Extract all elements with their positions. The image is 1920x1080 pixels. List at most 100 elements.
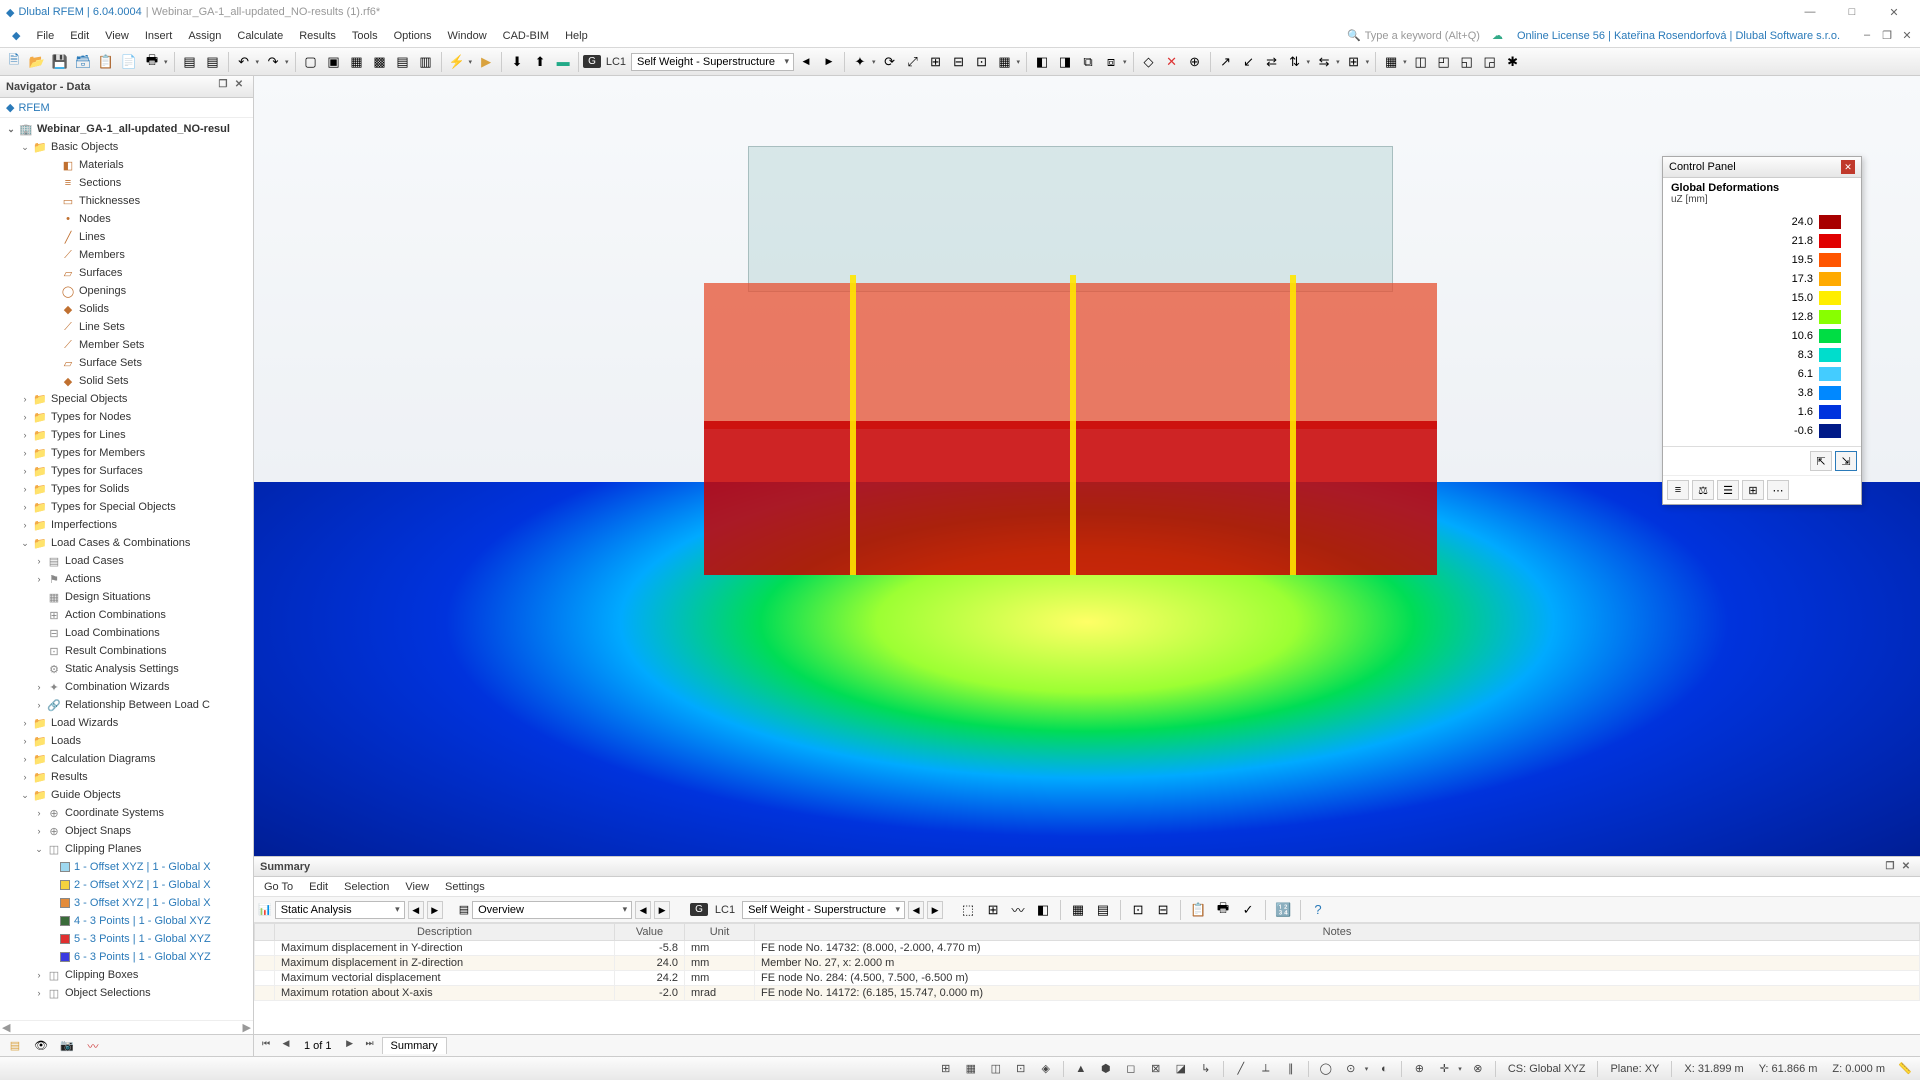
tree-item[interactable]: ◆ Solids [0, 300, 253, 318]
mdi-close-button[interactable]: ✕ [1898, 29, 1916, 42]
load2-button[interactable]: ⬆ [529, 51, 551, 73]
tree-item[interactable]: ›📁 Types for Surfaces [0, 462, 253, 480]
tree-item[interactable]: ⟋ Line Sets [0, 318, 253, 336]
cloud-icon[interactable]: ☁ [1488, 29, 1507, 42]
tool-d[interactable]: ⊞ [925, 51, 947, 73]
tool-y[interactable]: ◲ [1479, 51, 1501, 73]
mdi-minimize-button[interactable]: – [1858, 29, 1876, 42]
col-notes[interactable]: Notes [755, 924, 1920, 941]
cp-tab-colors[interactable]: ≡ [1667, 480, 1689, 500]
menu-edit[interactable]: Edit [62, 27, 97, 45]
tree-guide[interactable]: ⌄📁 Guide Objects [0, 786, 253, 804]
sb-snap-5[interactable]: ◪ [1170, 1059, 1192, 1079]
tree-item[interactable]: ▭ Thicknesses [0, 192, 253, 210]
view1-button[interactable]: ▢ [300, 51, 322, 73]
analysis-combo[interactable]: Static Analysis [275, 901, 405, 919]
sum-tool-10[interactable]: 🖶 [1212, 899, 1234, 921]
sum-tool-8[interactable]: ⊟ [1152, 899, 1174, 921]
menu-results[interactable]: Results [291, 27, 344, 45]
tree-item[interactable]: ◯ Openings [0, 282, 253, 300]
tree-item[interactable]: ›⊕ Coordinate Systems [0, 804, 253, 822]
nav-dock-button[interactable]: ❐ [215, 79, 231, 95]
tree-item[interactable]: • Nodes [0, 210, 253, 228]
tool-l[interactable]: ◇ [1138, 51, 1160, 73]
tree-item[interactable]: ›📁 Types for Nodes [0, 408, 253, 426]
sum-lc-prev[interactable]: ◀ [908, 901, 924, 919]
nav-foot-show[interactable]: 👁 [30, 1037, 52, 1055]
lc-next-button[interactable]: ▶ [818, 51, 840, 73]
summary-menu-goto[interactable]: Go To [256, 879, 301, 895]
sb-draw-1[interactable]: ╱ [1230, 1059, 1252, 1079]
calc-button[interactable]: ▶ [475, 51, 497, 73]
cp-tab-display[interactable]: ⊞ [1742, 480, 1764, 500]
tree-item[interactable]: ›📁 Special Objects [0, 390, 253, 408]
tree-item[interactable]: ›⊕ Object Snaps [0, 822, 253, 840]
report-button[interactable]: 📄 [118, 51, 140, 73]
tree-item[interactable]: ›▤ Load Cases [0, 552, 253, 570]
tool-v[interactable]: ◫ [1410, 51, 1432, 73]
sum-tool-2[interactable]: ⊞ [982, 899, 1004, 921]
tree-clip-item[interactable]: 3 - Offset XYZ | 1 - Global X [0, 894, 253, 912]
tool-w[interactable]: ◰ [1433, 51, 1455, 73]
status-plane[interactable]: Plane: XY [1604, 1063, 1665, 1075]
tool-s[interactable]: ⇆ [1313, 51, 1335, 73]
tree-item[interactable]: ›📁 Types for Members [0, 444, 253, 462]
tree-item[interactable]: ⊞ Action Combinations [0, 606, 253, 624]
tool-q[interactable]: ⇄ [1261, 51, 1283, 73]
tool-z[interactable]: ✱ [1502, 51, 1524, 73]
tool-m[interactable]: ✕ [1161, 51, 1183, 73]
tree-item[interactable]: ›📁 Loads [0, 732, 253, 750]
tree-item[interactable]: ›⚑ Actions [0, 570, 253, 588]
control-panel[interactable]: Control Panel ✕ Global Deformations uZ [… [1662, 156, 1862, 505]
sum-tool-3[interactable]: 〰 [1007, 899, 1029, 921]
tree-item[interactable]: ›◫ Object Selections [0, 984, 253, 1002]
sb-btn-2[interactable]: ▦ [960, 1059, 982, 1079]
hscroll-left[interactable]: ◀ [2, 1021, 10, 1034]
tree-item[interactable]: ▦ Design Situations [0, 588, 253, 606]
analysis-next[interactable]: ▶ [427, 901, 443, 919]
tree-item[interactable]: ›✦ Combination Wizards [0, 678, 253, 696]
tree-item[interactable]: ›📁 Types for Solids [0, 480, 253, 498]
hscroll-right[interactable]: ▶ [243, 1021, 251, 1034]
col-value[interactable]: Value [615, 924, 685, 941]
sb-axis-1[interactable]: ⊕ [1408, 1059, 1430, 1079]
tool-g[interactable]: ▦ [994, 51, 1016, 73]
cp-range1-button[interactable]: ⇱ [1810, 451, 1832, 471]
menu-calculate[interactable]: Calculate [229, 27, 291, 45]
tree-lcc[interactable]: ⌄📁 Load Cases & Combinations [0, 534, 253, 552]
keyword-search[interactable]: 🔍 Type a keyword (Alt+Q) [1339, 29, 1488, 42]
save-button[interactable]: 💾 [49, 51, 71, 73]
mdi-restore-button[interactable]: ❐ [1878, 29, 1896, 42]
sum-tool-1[interactable]: ⬚ [957, 899, 979, 921]
sb-mode-3[interactable]: ◐ [1373, 1059, 1395, 1079]
undo-button[interactable]: ↶ [233, 51, 255, 73]
tree-item[interactable]: ╱ Lines [0, 228, 253, 246]
tree-item[interactable]: ›📁 Load Wizards [0, 714, 253, 732]
col-unit[interactable]: Unit [685, 924, 755, 941]
list1-button[interactable]: ▤ [179, 51, 201, 73]
grid-button[interactable]: ⚡ [446, 51, 468, 73]
sum-lc-next[interactable]: ▶ [927, 901, 943, 919]
menu-help[interactable]: Help [557, 27, 596, 45]
minimize-button[interactable]: — [1790, 2, 1830, 22]
tree-item[interactable]: ›◫ Clipping Boxes [0, 966, 253, 984]
tool-o[interactable]: ↗ [1215, 51, 1237, 73]
new-button[interactable]: 🗎 [3, 51, 25, 73]
sb-snap-3[interactable]: ◻ [1120, 1059, 1142, 1079]
sum-tool-11[interactable]: ✓ [1237, 899, 1259, 921]
menu-file[interactable]: File [28, 27, 62, 45]
menu-view[interactable]: View [97, 27, 137, 45]
summary-menu-edit[interactable]: Edit [301, 879, 336, 895]
sb-mode-1[interactable]: ◯ [1315, 1059, 1337, 1079]
tool-b[interactable]: ⟳ [879, 51, 901, 73]
tree-item[interactable]: ◆ Solid Sets [0, 372, 253, 390]
tree-item[interactable]: ⟋ Member Sets [0, 336, 253, 354]
sb-btn-4[interactable]: ⊡ [1010, 1059, 1032, 1079]
tool-i[interactable]: ◨ [1054, 51, 1076, 73]
page-prev[interactable]: ◀ [278, 1038, 294, 1054]
control-panel-close[interactable]: ✕ [1841, 160, 1855, 174]
copy-button[interactable]: 📋 [95, 51, 117, 73]
cp-tab-filter[interactable]: ☰ [1717, 480, 1739, 500]
tree-item[interactable]: ›📁 Types for Lines [0, 426, 253, 444]
overview-prev[interactable]: ◀ [635, 901, 651, 919]
